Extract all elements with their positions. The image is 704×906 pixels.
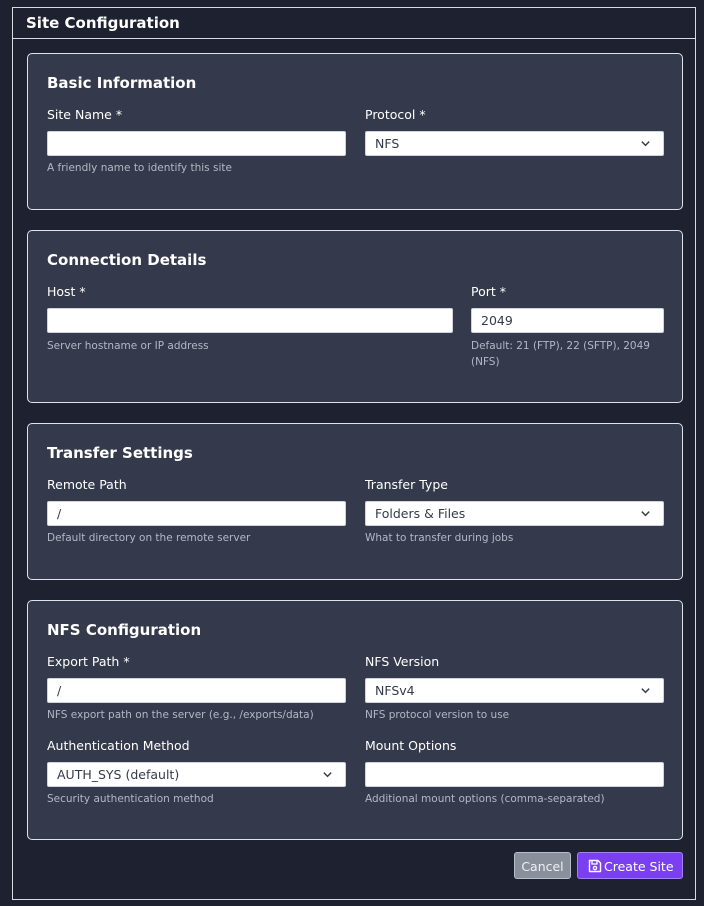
protocol-select[interactable]: NFS [365, 131, 664, 156]
save-icon [588, 859, 602, 873]
dialog-header: Site Configuration [13, 8, 695, 39]
site-name-help: A friendly name to identify this site [47, 162, 232, 174]
auth-method-select-value: AUTH_SYS (default) [57, 767, 180, 782]
connection-details-card: Connection Details Host * Server hostnam… [27, 230, 683, 403]
nfs-version-help: NFS protocol version to use [365, 709, 510, 721]
auth-method-select[interactable]: AUTH_SYS (default) [47, 762, 346, 787]
mount-options-label: Mount Options [365, 738, 457, 753]
transfer-settings-card: Transfer Settings Remote Path / Default … [27, 423, 683, 580]
create-site-label: Create Site [604, 859, 674, 874]
transfer-type-help: What to transfer during jobs [365, 532, 514, 544]
site-name-input[interactable] [47, 131, 346, 156]
protocol-label: Protocol * [365, 107, 426, 122]
auth-method-help: Security authentication method [47, 793, 214, 805]
mount-options-input[interactable] [365, 762, 664, 787]
protocol-select-value: NFS [375, 136, 400, 151]
remote-path-label: Remote Path [47, 477, 127, 492]
nfs-version-select[interactable]: NFSv4 [365, 678, 664, 703]
chevron-down-icon [641, 688, 650, 694]
chevron-down-icon [323, 772, 332, 778]
export-path-label: Export Path * [47, 654, 130, 669]
nfs-configuration-card: NFS Configuration Export Path * / NFS ex… [27, 600, 683, 840]
chevron-down-icon [641, 141, 650, 147]
port-help: Default: 21 (FTP), 22 (SFTP), 2049 (NFS) [471, 338, 650, 370]
port-input[interactable]: 2049 [471, 308, 664, 333]
transfer-type-select[interactable]: Folders & Files [365, 501, 664, 526]
chevron-down-icon [641, 511, 650, 517]
card-title-transfer-settings: Transfer Settings [47, 444, 193, 462]
transfer-type-select-value: Folders & Files [375, 506, 466, 521]
mount-options-help: Additional mount options (comma-separate… [365, 793, 605, 805]
card-title-nfs-configuration: NFS Configuration [47, 621, 202, 639]
export-path-input[interactable]: / [47, 678, 346, 703]
basic-information-card: Basic Information Site Name * A friendly… [27, 53, 683, 210]
transfer-type-label: Transfer Type [365, 477, 448, 492]
site-configuration-dialog: Site Configuration Basic Information Sit… [12, 7, 696, 900]
nfs-version-select-value: NFSv4 [375, 683, 415, 698]
cancel-button[interactable]: Cancel [514, 852, 571, 879]
host-input[interactable] [47, 308, 453, 333]
remote-path-help: Default directory on the remote server [47, 532, 251, 544]
host-help: Server hostname or IP address [47, 340, 209, 352]
dialog-title: Site Configuration [26, 14, 180, 32]
port-help-line-1: Default: 21 (FTP), 22 (SFTP), 2049 [471, 340, 650, 352]
port-label: Port * [471, 284, 507, 299]
site-name-label: Site Name * [47, 107, 123, 122]
card-title-connection-details: Connection Details [47, 251, 207, 269]
create-site-button[interactable]: Create Site [577, 852, 683, 879]
remote-path-input[interactable]: / [47, 501, 346, 526]
nfs-version-label: NFS Version [365, 654, 440, 669]
export-path-help: NFS export path on the server (e.g., /ex… [47, 709, 314, 721]
card-title-basic-information: Basic Information [47, 74, 197, 92]
port-help-line-2: (NFS) [471, 356, 500, 368]
auth-method-label: Authentication Method [47, 738, 190, 753]
host-label: Host * [47, 284, 86, 299]
